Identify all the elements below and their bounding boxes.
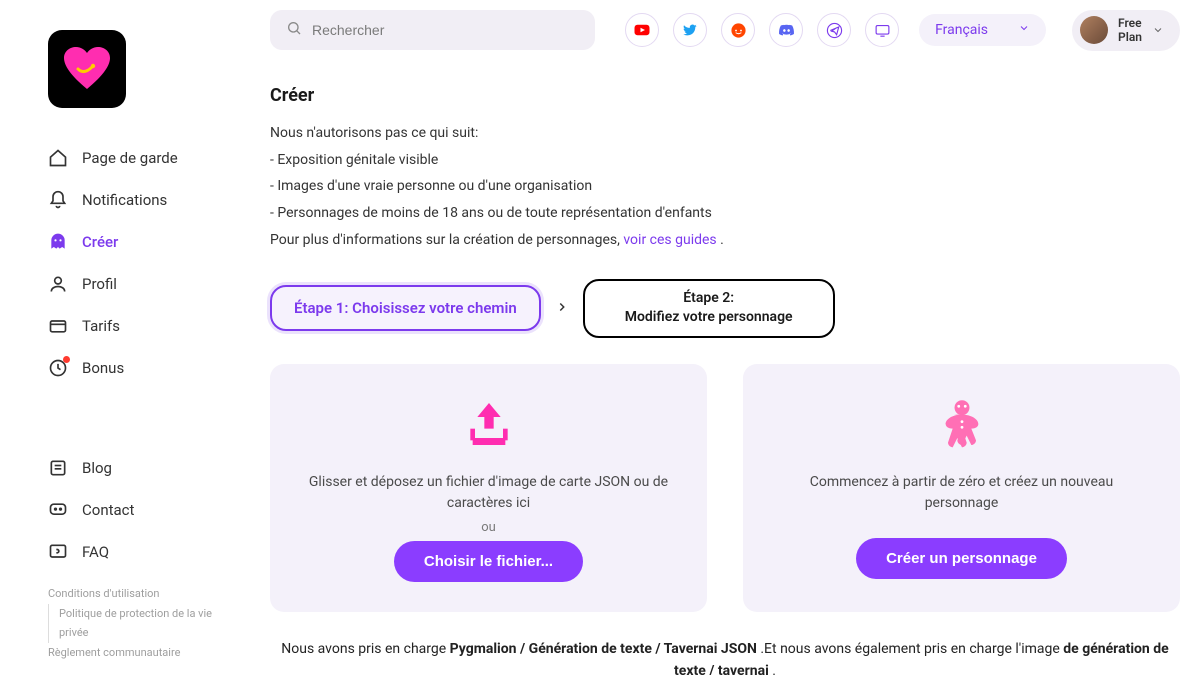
sidebar-item-pricing[interactable]: Tarifs bbox=[48, 306, 240, 346]
rules-block: Nous n'autorisons pas ce qui suit: - Exp… bbox=[270, 122, 1180, 253]
bonus-icon bbox=[48, 358, 68, 378]
rule-item: - Personnages de moins de 18 ans ou de t… bbox=[270, 202, 1180, 226]
upload-text: Glisser et déposez un fichier d'image de… bbox=[300, 472, 677, 514]
plan-badge[interactable]: Free Plan bbox=[1072, 10, 1180, 51]
more-info: Pour plus d'informations sur la création… bbox=[270, 229, 1180, 253]
sidebar: Page de garde Notifications Créer Profil… bbox=[0, 0, 240, 675]
chevron-down-icon bbox=[1152, 21, 1164, 40]
gingerbread-icon bbox=[934, 396, 990, 456]
home-icon bbox=[48, 148, 68, 168]
youtube-icon[interactable] bbox=[625, 13, 659, 47]
create-character-button[interactable]: Créer un personnage bbox=[856, 538, 1067, 579]
footer-links: Conditions d'utilisation Politique de pr… bbox=[0, 572, 240, 663]
page-title: Créer bbox=[270, 85, 1180, 106]
rules-intro: Nous n'autorisons pas ce qui suit: bbox=[270, 122, 1180, 146]
sidebar-item-notifications[interactable]: Notifications bbox=[48, 180, 240, 220]
desktop-icon[interactable] bbox=[865, 13, 899, 47]
chat-icon bbox=[48, 500, 68, 520]
sidebar-item-create[interactable]: Créer bbox=[48, 222, 240, 262]
privacy-link[interactable]: Politique de protection de la vie privée bbox=[59, 607, 212, 640]
sidebar-item-label: FAQ bbox=[82, 543, 109, 561]
language-label: Français bbox=[935, 22, 988, 38]
faq-icon bbox=[48, 542, 68, 562]
create-text: Commencez à partir de zéro et créez un n… bbox=[773, 472, 1150, 514]
community-link[interactable]: Règlement communautaire bbox=[48, 646, 180, 659]
sidebar-item-label: Tarifs bbox=[82, 317, 120, 335]
main-nav: Page de garde Notifications Créer Profil… bbox=[0, 138, 240, 388]
avatar bbox=[1080, 16, 1108, 44]
reddit-icon[interactable] bbox=[721, 13, 755, 47]
chevron-right-icon bbox=[555, 299, 569, 318]
sidebar-item-label: Créer bbox=[82, 233, 118, 251]
sidebar-item-label: Page de garde bbox=[82, 149, 178, 167]
rule-item: - Exposition génitale visible bbox=[270, 149, 1180, 173]
discord-icon[interactable] bbox=[769, 13, 803, 47]
topbar: Français Free Plan bbox=[270, 0, 1180, 67]
create-card[interactable]: Commencez à partir de zéro et créez un n… bbox=[743, 364, 1180, 612]
terms-link[interactable]: Conditions d'utilisation bbox=[48, 587, 160, 600]
sidebar-item-contact[interactable]: Contact bbox=[48, 490, 240, 530]
steps-row: Étape 1: Choisissez votre chemin Étape 2… bbox=[270, 279, 1180, 338]
sidebar-item-home[interactable]: Page de garde bbox=[48, 138, 240, 178]
option-cards: Glisser et déposez un fichier d'image de… bbox=[270, 364, 1180, 612]
upload-icon bbox=[461, 396, 517, 456]
blog-icon bbox=[48, 458, 68, 478]
upload-or: ou bbox=[481, 520, 496, 535]
sidebar-item-bonus[interactable]: Bonus bbox=[48, 348, 240, 388]
sidebar-item-label: Blog bbox=[82, 459, 112, 477]
plan-text: Free Plan bbox=[1118, 16, 1142, 45]
twitter-icon[interactable] bbox=[673, 13, 707, 47]
person-icon bbox=[48, 274, 68, 294]
sidebar-item-profile[interactable]: Profil bbox=[48, 264, 240, 304]
card-icon bbox=[48, 316, 68, 336]
guides-link[interactable]: voir ces guides bbox=[623, 232, 716, 248]
sidebar-item-label: Bonus bbox=[82, 359, 124, 377]
app-logo bbox=[48, 30, 126, 108]
ghost-icon bbox=[48, 232, 68, 252]
upload-card[interactable]: Glisser et déposez un fichier d'image de… bbox=[270, 364, 707, 612]
social-links bbox=[625, 13, 899, 47]
step-2-box[interactable]: Étape 2: Modifiez votre personnage bbox=[583, 279, 835, 338]
sidebar-item-label: Notifications bbox=[82, 191, 167, 209]
telegram-icon[interactable] bbox=[817, 13, 851, 47]
main-content: Français Free Plan Créer Nous n'autoriso… bbox=[240, 0, 1200, 675]
choose-file-button[interactable]: Choisir le fichier... bbox=[394, 541, 583, 582]
sidebar-item-faq[interactable]: FAQ bbox=[48, 532, 240, 572]
language-selector[interactable]: Français bbox=[919, 14, 1046, 46]
bell-icon bbox=[48, 190, 68, 210]
search-icon bbox=[286, 20, 302, 40]
search-input[interactable] bbox=[312, 22, 579, 38]
secondary-nav: Blog Contact FAQ bbox=[0, 448, 240, 572]
chevron-down-icon bbox=[1018, 22, 1030, 38]
sidebar-item-blog[interactable]: Blog bbox=[48, 448, 240, 488]
rule-item: - Images d'une vraie personne ou d'une o… bbox=[270, 175, 1180, 199]
step-1-pill[interactable]: Étape 1: Choisissez votre chemin bbox=[270, 285, 541, 331]
sidebar-item-label: Profil bbox=[82, 275, 117, 293]
search-box[interactable] bbox=[270, 10, 595, 50]
sidebar-item-label: Contact bbox=[82, 501, 134, 519]
support-note: Nous avons pris en charge Pygmalion / Gé… bbox=[270, 638, 1180, 675]
